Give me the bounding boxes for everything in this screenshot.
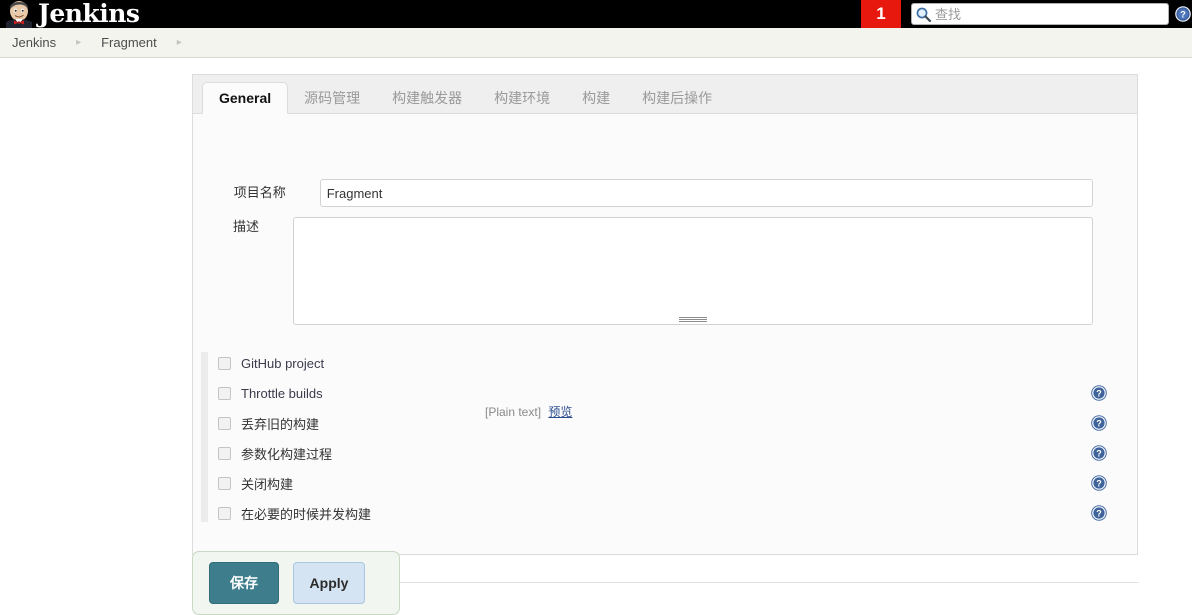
help-icon-throttle-builds[interactable]: ? [1091, 385, 1107, 401]
option-row-throttle-builds[interactable]: Throttle builds ? [201, 378, 1131, 408]
top-header-bar: Jenkins 1 ? [0, 0, 1192, 28]
breadcrumb: Jenkins ▸ Fragment ▸ [0, 28, 1192, 58]
brand-title: Jenkins [38, 0, 140, 28]
help-icon-parameterized-build[interactable]: ? [1091, 445, 1107, 461]
svg-text:?: ? [1096, 449, 1102, 459]
svg-text:?: ? [1096, 509, 1102, 519]
option-row-parameterized-build[interactable]: 参数化构建过程 ? [201, 438, 1131, 468]
search-box[interactable] [911, 3, 1169, 25]
option-label-concurrent-builds[interactable]: 在必要的时候并发构建 [241, 504, 371, 523]
checkbox-throttle-builds[interactable] [218, 386, 231, 400]
sticky-action-bar: 保存 Apply [192, 551, 400, 615]
option-label-throttle-builds[interactable]: Throttle builds [241, 386, 323, 401]
checkbox-disable-build[interactable] [218, 476, 231, 490]
search-input[interactable] [932, 4, 1168, 24]
tab-build-environment[interactable]: 构建环境 [478, 83, 566, 114]
checkbox-concurrent-builds[interactable] [218, 506, 231, 520]
breadcrumb-separator-trailing[interactable]: ▸ [161, 37, 198, 48]
project-name-row: 项目名称 [193, 179, 1093, 207]
option-row-discard-old-builds[interactable]: 丢弃旧的构建 ? [201, 408, 1131, 438]
svg-text:?: ? [1180, 10, 1186, 20]
tab-general[interactable]: General [202, 82, 289, 114]
option-row-github-project[interactable]: GitHub project [201, 348, 1131, 378]
apply-button[interactable]: Apply [293, 562, 365, 604]
option-label-github-project[interactable]: GitHub project [241, 356, 324, 371]
config-form: 项目名称 描述 [Plain text] 预览 GitHub project [193, 114, 1139, 583]
save-button[interactable]: 保存 [209, 562, 279, 604]
option-label-parameterized-build[interactable]: 参数化构建过程 [241, 444, 332, 463]
help-icon-disable-build[interactable]: ? [1091, 475, 1107, 491]
breadcrumb-item-fragment[interactable]: Fragment [97, 35, 161, 50]
project-name-input[interactable] [319, 179, 1093, 207]
description-row: 描述 [193, 217, 1093, 325]
checkbox-parameterized-build[interactable] [218, 446, 231, 460]
options-group: GitHub project Throttle builds ? 丢弃旧的构建 [201, 348, 1131, 528]
checkbox-discard-old-builds[interactable] [218, 416, 231, 430]
description-input-wrapper [293, 217, 1093, 325]
option-row-disable-build[interactable]: 关闭构建 ? [201, 468, 1131, 498]
help-icon-concurrent-builds[interactable]: ? [1091, 505, 1107, 521]
breadcrumb-item-jenkins[interactable]: Jenkins [8, 35, 60, 50]
search-icon [915, 6, 932, 23]
checkbox-github-project[interactable] [218, 356, 231, 370]
help-icon-discard-old-builds[interactable]: ? [1091, 415, 1107, 431]
tab-bar: General 源码管理 构建触发器 构建环境 构建 构建后操作 [193, 74, 1137, 114]
svg-text:?: ? [1096, 419, 1102, 429]
option-row-concurrent-builds[interactable]: 在必要的时候并发构建 ? [201, 498, 1131, 528]
resize-handle-icon[interactable] [679, 317, 707, 322]
svg-text:?: ? [1096, 479, 1102, 489]
jenkins-butler-icon [4, 0, 34, 28]
breadcrumb-separator: ▸ [76, 36, 82, 48]
notification-badge[interactable]: 1 [861, 0, 901, 28]
config-panel: General 源码管理 构建触发器 构建环境 构建 构建后操作 项目名称 描述… [192, 74, 1139, 583]
project-name-label: 项目名称 [233, 185, 286, 200]
tab-post-build-actions[interactable]: 构建后操作 [626, 83, 728, 114]
tab-build[interactable]: 构建 [566, 83, 626, 114]
tab-build-triggers[interactable]: 构建触发器 [376, 83, 478, 114]
description-label: 描述 [232, 219, 259, 234]
option-label-disable-build[interactable]: 关闭构建 [241, 474, 293, 493]
jenkins-home-link[interactable]: Jenkins [0, 0, 140, 28]
svg-text:?: ? [1096, 389, 1102, 399]
tab-scm[interactable]: 源码管理 [288, 83, 376, 114]
description-textarea[interactable] [293, 217, 1093, 325]
option-label-discard-old-builds[interactable]: 丢弃旧的构建 [241, 414, 319, 433]
help-icon[interactable]: ? [1175, 6, 1191, 22]
